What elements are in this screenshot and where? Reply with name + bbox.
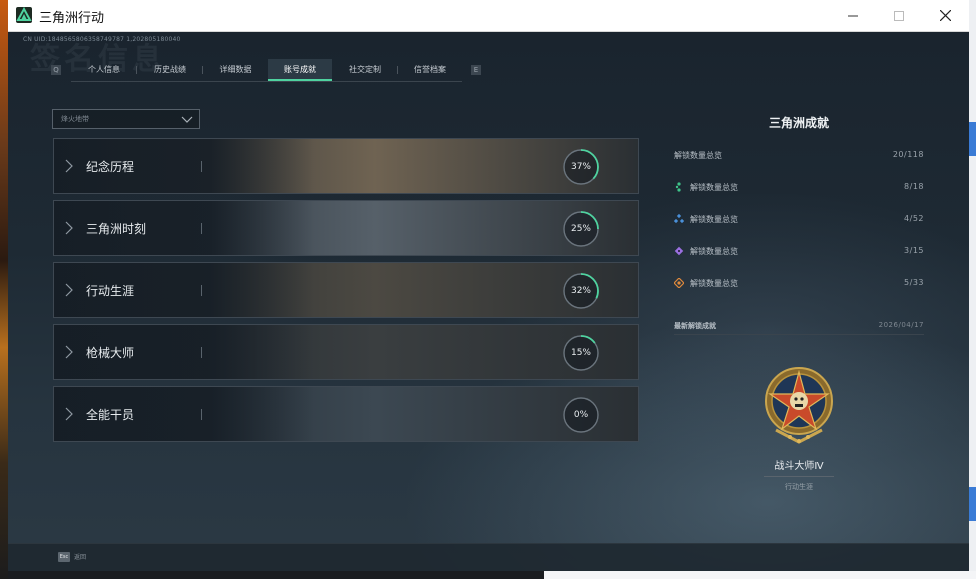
unlock-summary-total: 解锁数量总览 20/118	[674, 148, 924, 164]
tab-detailed-data[interactable]: 详细数据	[203, 59, 268, 81]
divider	[674, 334, 924, 335]
maximize-icon	[894, 10, 904, 21]
mode-filter-dropdown[interactable]: 烽火地带	[52, 109, 200, 129]
orange-tier-icon	[674, 278, 684, 288]
summary-label: 解锁数量总览	[690, 215, 738, 224]
latest-unlock-label: 最新解锁成就	[674, 322, 716, 330]
panel-title: 三角洲成就	[768, 116, 829, 130]
divider	[764, 476, 834, 477]
chevron-right-icon	[65, 407, 73, 421]
category-card[interactable]: 纪念历程 37%	[53, 138, 639, 194]
close-button[interactable]	[922, 0, 968, 31]
progress-percent: 25%	[570, 224, 591, 234]
progress-percent: 15%	[570, 348, 591, 358]
summary-count: 20/118	[892, 150, 924, 159]
category-card[interactable]: 行动生涯 32%	[53, 262, 639, 318]
window-title: 三角洲行动	[39, 11, 105, 26]
category-name: 纪念历程	[86, 160, 135, 174]
blue-tier-icon	[674, 214, 684, 224]
tab-next-key[interactable]: E	[471, 65, 481, 75]
desktop-background-right	[968, 0, 976, 579]
category-name: 行动生涯	[86, 284, 135, 298]
summary-label: 解锁数量总览	[690, 183, 738, 192]
summary-label: 解锁数量总览	[690, 247, 738, 256]
category-name: 三角洲时刻	[86, 222, 147, 236]
summary-label: 解锁数量总览	[690, 279, 738, 288]
main-content: 签名信息 CN UID:1848565806358749787 1,202805…	[8, 32, 969, 571]
tab-prev-key[interactable]: Q	[51, 65, 61, 75]
unlock-summary-row: 解锁数量总览 8/18	[674, 180, 924, 196]
progress-percent: 0%	[573, 410, 589, 420]
combat-master-badge-icon[interactable]	[764, 366, 834, 448]
badge-name: 战斗大师Ⅳ	[774, 461, 824, 472]
chevron-right-icon	[65, 221, 73, 235]
chevron-down-icon	[181, 116, 193, 123]
category-name: 全能干员	[86, 408, 135, 422]
tab-personal-info[interactable]: 个人信息	[71, 59, 137, 81]
maximize-button[interactable]	[876, 0, 922, 31]
tab-bar: 个人信息 历史战绩 详细数据 账号成就 社交定制 信誉档案	[71, 59, 462, 82]
chevron-right-icon	[65, 345, 73, 359]
chevron-right-icon	[65, 283, 73, 297]
mode-filter-value: 烽火地带	[61, 115, 89, 123]
minimize-icon	[848, 15, 858, 16]
purple-tier-icon	[674, 246, 684, 256]
summary-count: 4/52	[904, 214, 924, 223]
badge-category: 行动生涯	[785, 483, 813, 491]
user-uid: CN UID:1848565806358749787 1,20280518004…	[23, 36, 181, 43]
category-card[interactable]: 枪械大师 15%	[53, 324, 639, 380]
app-window: 三角洲行动 签名信息 CN UID:1848565806358749787 1,…	[8, 0, 969, 571]
category-name: 枪械大师	[86, 346, 135, 360]
bottom-bar: Esc 返回	[8, 543, 969, 571]
desktop-widget-tab	[968, 122, 976, 156]
progress-percent: 32%	[570, 286, 591, 296]
green-tier-icon	[675, 182, 681, 192]
minimize-button[interactable]	[830, 0, 876, 31]
chevron-right-icon	[65, 159, 73, 173]
achievement-category-list: 纪念历程 37% 三角洲时刻 25% 行动生涯 32% 枪械大师 15% 全能干…	[53, 138, 639, 448]
esc-key-icon[interactable]: Esc	[58, 552, 70, 562]
tab-social-custom[interactable]: 社交定制	[332, 59, 398, 81]
latest-unlock-date: 2026/04/17	[878, 321, 924, 329]
summary-count: 8/18	[904, 182, 924, 191]
back-label[interactable]: 返回	[74, 552, 86, 561]
app-logo-icon	[16, 7, 32, 23]
unlock-summary-row: 解锁数量总览 3/15	[674, 244, 924, 260]
desktop-background-left	[0, 0, 8, 579]
category-card[interactable]: 三角洲时刻 25%	[53, 200, 639, 256]
tab-match-history[interactable]: 历史战绩	[137, 59, 203, 81]
title-bar: 三角洲行动	[8, 0, 969, 32]
desktop-window-behind	[544, 571, 976, 579]
category-card[interactable]: 全能干员 0%	[53, 386, 639, 442]
tab-account-achievements[interactable]: 账号成就	[268, 59, 332, 81]
close-icon	[939, 10, 951, 21]
tab-reputation-record[interactable]: 信誉档案	[398, 59, 462, 81]
unlock-summary-row: 解锁数量总览 5/33	[674, 276, 924, 292]
summary-count: 5/33	[904, 278, 924, 287]
summary-count: 3/15	[904, 246, 924, 255]
summary-label: 解锁数量总览	[674, 151, 722, 160]
unlock-summary-row: 解锁数量总览 4/52	[674, 212, 924, 228]
desktop-widget-tab	[968, 487, 976, 521]
progress-percent: 37%	[570, 162, 591, 172]
